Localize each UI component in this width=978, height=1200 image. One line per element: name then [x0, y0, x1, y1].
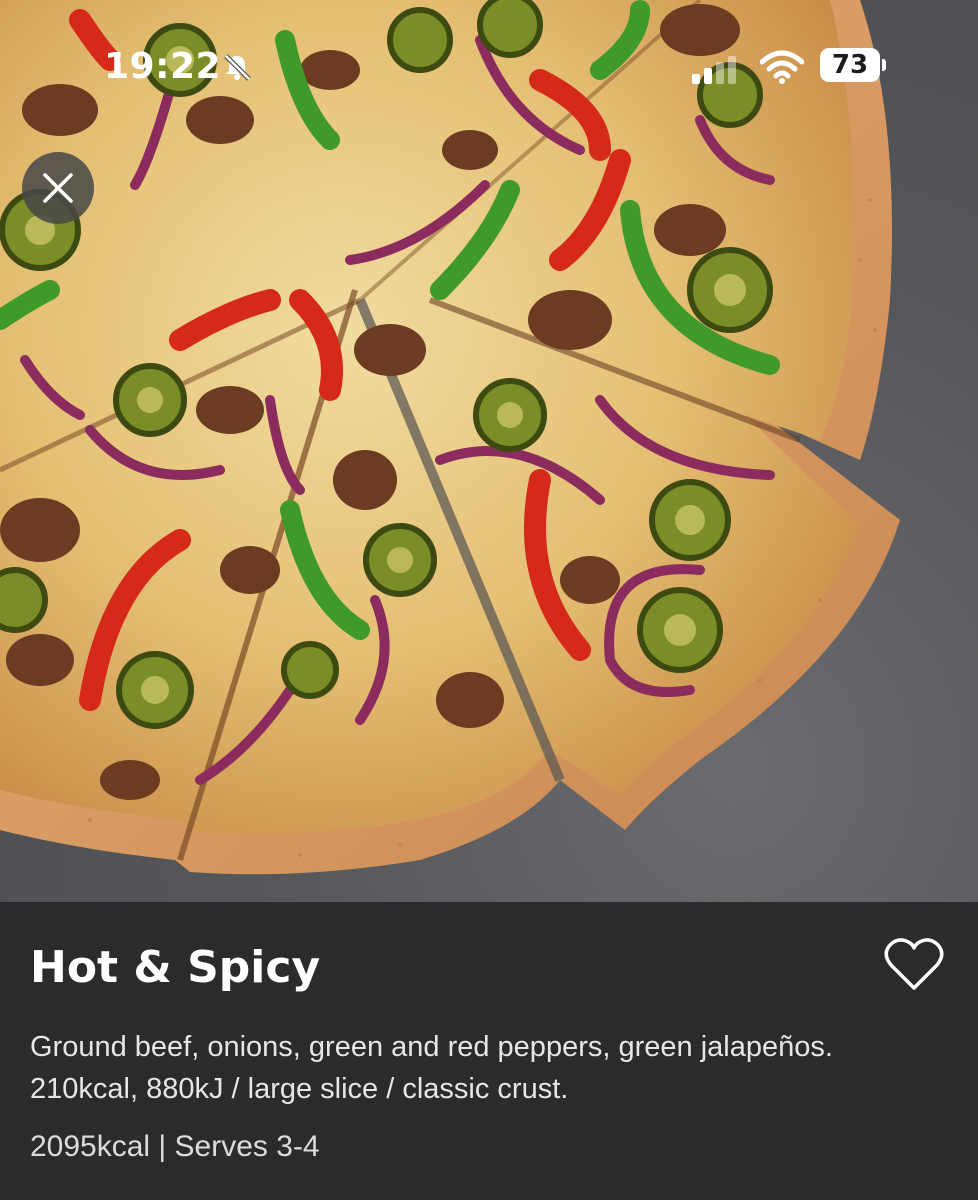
wifi-icon [760, 50, 804, 84]
product-title: Hot & Spicy [30, 942, 321, 993]
product-meta: 2095kcal | Serves 3-4 [30, 1130, 320, 1163]
battery-nub [882, 59, 886, 71]
bell-slash-icon [224, 54, 251, 81]
close-button[interactable] [22, 152, 94, 224]
cellular-signal-icon [692, 56, 736, 84]
favorite-button[interactable] [884, 936, 944, 992]
close-icon [43, 173, 73, 203]
product-info-panel: Hot & Spicy Ground beef, onions, green a… [0, 902, 978, 1200]
pizza-hero-image [0, 0, 978, 902]
description-line-1: Ground beef, onions, green and red peppe… [30, 1031, 833, 1063]
description-line-2: 210kcal, 880kJ / large slice / classic c… [30, 1073, 569, 1105]
battery-level: 73 [831, 50, 869, 80]
status-time: 19:22 [104, 46, 222, 87]
product-description: Ground beef, onions, green and red peppe… [30, 1026, 950, 1110]
battery-icon: 73 [820, 48, 886, 84]
pizza-illustration [0, 0, 900, 875]
heart-outline-icon [884, 938, 944, 990]
status-bar: 19:22 73 [0, 0, 978, 130]
